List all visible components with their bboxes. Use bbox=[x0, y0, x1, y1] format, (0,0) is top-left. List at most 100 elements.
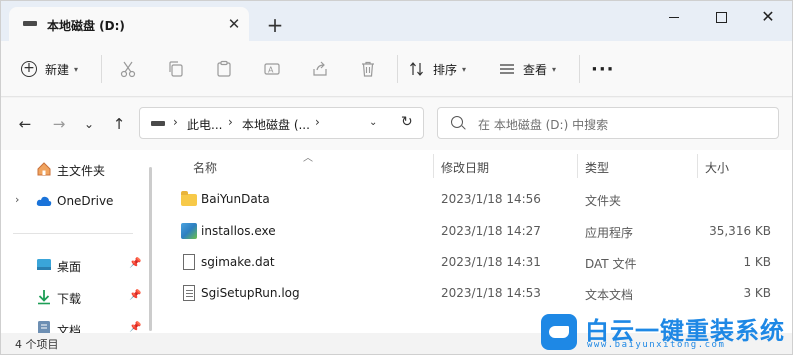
search-icon bbox=[451, 116, 463, 128]
sidebar-item-onedrive[interactable]: › OneDrive bbox=[1, 188, 151, 214]
navigation-pane: 主文件夹 › OneDrive 桌面 📌 下载 📌 文档 📌 bbox=[1, 150, 161, 333]
plus-circle-icon: + bbox=[21, 61, 37, 77]
file-modified: 2023/1/18 14:53 bbox=[441, 286, 541, 300]
column-divider[interactable] bbox=[577, 154, 578, 178]
maximize-button[interactable] bbox=[698, 5, 744, 29]
home-icon bbox=[37, 162, 51, 176]
file-size: 35,316 KB bbox=[709, 224, 771, 238]
toolbar-divider bbox=[101, 55, 102, 83]
sidebar-item-label: 桌面 bbox=[57, 260, 82, 274]
address-dropdown-icon[interactable]: ⌄ bbox=[369, 117, 377, 128]
sidebar-divider bbox=[13, 233, 133, 234]
pin-icon: 📌 bbox=[129, 322, 142, 333]
command-bar: + 新建 ▾ A 排序 ▾ 查看 ▾ ··· bbox=[1, 41, 792, 97]
navigation-bar: ← → ⌄ ↑ › 此电... › 本地磁盘 (... › ⌄ ↻ 在 本地磁盘… bbox=[1, 98, 792, 150]
breadcrumb-this-pc[interactable]: 此电... bbox=[187, 116, 222, 133]
file-row[interactable]: installos.exe 2023/1/18 14:27 应用程序 35,31… bbox=[177, 216, 787, 246]
view-button-label: 查看 bbox=[523, 62, 548, 77]
watermark-url: www.baiyunxitong.com bbox=[587, 340, 726, 350]
sort-button[interactable]: 排序 ▾ bbox=[409, 41, 466, 97]
download-icon bbox=[38, 290, 50, 305]
sidebar-item-home[interactable]: 主文件夹 bbox=[1, 156, 151, 182]
file-icon bbox=[183, 254, 195, 270]
sidebar-item-label: OneDrive bbox=[57, 194, 114, 208]
more-options-button[interactable]: ··· bbox=[591, 59, 615, 80]
close-window-button[interactable]: ✕ bbox=[745, 5, 791, 29]
file-modified: 2023/1/18 14:31 bbox=[441, 255, 541, 269]
delete-icon[interactable] bbox=[359, 60, 377, 78]
cut-icon[interactable] bbox=[119, 60, 137, 78]
sidebar-item-downloads[interactable]: 下载 📌 bbox=[1, 284, 151, 310]
toolbar-divider bbox=[579, 55, 580, 83]
chevron-down-icon: ▾ bbox=[462, 64, 467, 74]
file-row[interactable]: BaiYunData 2023/1/18 14:56 文件夹 bbox=[177, 184, 787, 214]
sort-icon bbox=[410, 62, 423, 76]
file-modified: 2023/1/18 14:27 bbox=[441, 224, 541, 238]
sidebar-item-desktop[interactable]: 桌面 📌 bbox=[1, 252, 151, 278]
file-type: DAT 文件 bbox=[585, 257, 637, 271]
file-size: 1 KB bbox=[743, 255, 771, 269]
chevron-right-icon[interactable]: › bbox=[15, 193, 19, 206]
documents-icon bbox=[38, 321, 50, 333]
paste-icon[interactable] bbox=[215, 60, 233, 78]
column-header-size[interactable]: 大小 bbox=[705, 159, 729, 176]
forward-button[interactable]: → bbox=[49, 114, 69, 134]
sidebar-scrollbar[interactable] bbox=[149, 167, 152, 331]
sidebar-item-documents[interactable]: 文档 📌 bbox=[1, 316, 151, 333]
address-bar[interactable]: › 此电... › 本地磁盘 (... › ⌄ ↻ bbox=[139, 107, 424, 139]
back-button[interactable]: ← bbox=[15, 114, 35, 134]
recent-locations-button[interactable]: ⌄ bbox=[79, 114, 99, 134]
file-size: 3 KB bbox=[743, 286, 771, 300]
svg-text:A: A bbox=[268, 66, 274, 75]
view-icon bbox=[500, 64, 514, 74]
column-divider[interactable] bbox=[433, 154, 434, 178]
sidebar-item-label: 下载 bbox=[57, 292, 82, 306]
file-name: installos.exe bbox=[201, 224, 276, 238]
view-button[interactable]: 查看 ▾ bbox=[499, 41, 556, 97]
new-button-label: 新建 bbox=[45, 62, 70, 77]
file-name: BaiYunData bbox=[201, 192, 270, 206]
search-box[interactable]: 在 本地磁盘 (D:) 中搜索 bbox=[437, 107, 779, 139]
search-input[interactable]: 在 本地磁盘 (D:) 中搜索 bbox=[478, 116, 608, 133]
pin-icon: 📌 bbox=[129, 290, 142, 301]
refresh-button[interactable]: ↻ bbox=[401, 114, 413, 130]
column-divider[interactable] bbox=[697, 154, 698, 178]
file-row[interactable]: sgimake.dat 2023/1/18 14:31 DAT 文件 1 KB bbox=[177, 247, 787, 277]
column-header-name[interactable]: 名称 bbox=[193, 159, 217, 176]
pin-icon: 📌 bbox=[129, 258, 142, 269]
chevron-right-icon: › bbox=[228, 115, 233, 129]
column-header-modified[interactable]: 修改日期 bbox=[441, 159, 489, 176]
exe-icon bbox=[181, 223, 197, 239]
copy-icon[interactable] bbox=[167, 60, 185, 78]
file-modified: 2023/1/18 14:56 bbox=[441, 192, 541, 206]
rename-icon[interactable]: A bbox=[263, 60, 281, 78]
text-file-icon bbox=[183, 285, 195, 301]
sort-ascending-icon: ︿ bbox=[303, 153, 313, 164]
new-button[interactable]: + 新建 ▾ bbox=[21, 41, 78, 97]
file-list: ︿ 名称 修改日期 类型 大小 BaiYunData 2023/1/18 14:… bbox=[161, 150, 792, 333]
breadcrumb-local-disk[interactable]: 本地磁盘 (... bbox=[242, 116, 310, 133]
folder-icon bbox=[181, 191, 197, 206]
tab-local-disk[interactable]: 本地磁盘 (D:) ✕ bbox=[9, 7, 249, 41]
file-explorer-window: 本地磁盘 (D:) ✕ + ✕ + 新建 ▾ A 排序 ▾ 查看 ▾ ··· ←… bbox=[0, 0, 793, 355]
tab-close-icon[interactable]: ✕ bbox=[225, 15, 243, 33]
toolbar-divider bbox=[397, 55, 398, 83]
sort-button-label: 排序 bbox=[433, 62, 458, 77]
file-type: 文本文档 bbox=[585, 288, 634, 302]
chevron-down-icon: ▾ bbox=[552, 64, 557, 74]
bird-logo-icon bbox=[541, 314, 577, 350]
file-name: sgimake.dat bbox=[201, 255, 275, 269]
new-tab-button[interactable]: + bbox=[263, 13, 287, 37]
chevron-down-icon: ▾ bbox=[74, 64, 79, 74]
file-type: 应用程序 bbox=[585, 226, 634, 240]
share-icon[interactable] bbox=[311, 60, 329, 78]
tab-title: 本地磁盘 (D:) bbox=[47, 19, 125, 33]
file-type: 文件夹 bbox=[585, 194, 622, 208]
file-row[interactable]: SgiSetupRun.log 2023/1/18 14:53 文本文档 3 K… bbox=[177, 278, 787, 308]
up-button[interactable]: ↑ bbox=[109, 114, 129, 134]
minimize-button[interactable] bbox=[651, 5, 697, 29]
desktop-icon bbox=[37, 259, 51, 270]
chevron-right-icon: › bbox=[173, 115, 178, 129]
column-header-type[interactable]: 类型 bbox=[585, 159, 609, 176]
sidebar-item-label: 主文件夹 bbox=[57, 164, 106, 178]
